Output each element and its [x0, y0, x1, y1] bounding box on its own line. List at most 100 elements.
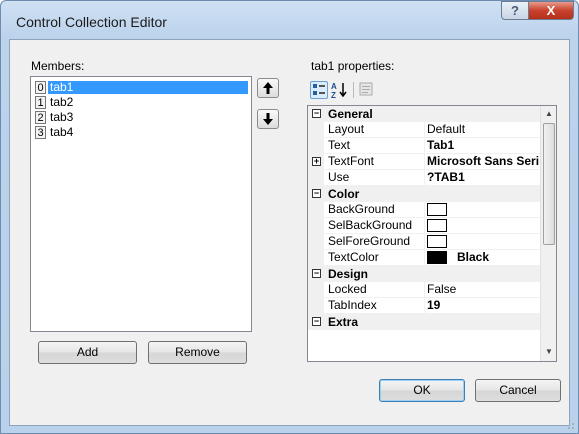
- property-grid-scrollbar[interactable]: ▲ ▼: [540, 106, 556, 361]
- move-down-button[interactable]: [257, 109, 279, 129]
- remove-button[interactable]: Remove: [148, 341, 247, 364]
- property-name: SelBackGround: [324, 218, 425, 234]
- property-row[interactable]: BackGround: [308, 202, 540, 218]
- arrow-up-icon: [263, 82, 273, 94]
- move-up-button[interactable]: [257, 78, 279, 98]
- item-index: 0: [35, 81, 46, 94]
- cancel-button[interactable]: Cancel: [475, 379, 561, 402]
- scroll-up-icon[interactable]: ▲: [541, 106, 556, 122]
- item-name: tab2: [50, 95, 74, 109]
- property-row[interactable]: TextColor Black: [308, 250, 540, 266]
- property-row[interactable]: Use ?TAB1: [308, 170, 540, 186]
- category-name: Design: [328, 267, 369, 281]
- help-button[interactable]: ?: [501, 1, 529, 20]
- property-value[interactable]: Microsoft Sans Serif: [427, 154, 539, 170]
- category-general[interactable]: − General: [308, 106, 540, 122]
- list-item[interactable]: 0 tab1: [32, 81, 250, 95]
- property-row[interactable]: Locked False: [308, 282, 540, 298]
- row-gutter: [308, 170, 324, 186]
- row-gutter: [308, 234, 324, 250]
- list-item[interactable]: 2 tab3: [32, 111, 250, 125]
- property-pages-icon: [359, 82, 373, 96]
- property-name: Locked: [324, 282, 425, 298]
- property-value[interactable]: [427, 234, 539, 250]
- property-name: TabIndex: [324, 298, 425, 314]
- color-swatch: [427, 251, 447, 264]
- property-value[interactable]: 19: [427, 298, 539, 314]
- row-gutter: [308, 282, 324, 298]
- ok-button[interactable]: OK: [379, 379, 465, 402]
- property-value[interactable]: ?TAB1: [427, 170, 539, 186]
- property-row[interactable]: SelForeGround: [308, 234, 540, 250]
- scrollbar-thumb[interactable]: [543, 123, 555, 245]
- item-name: tab4: [50, 125, 74, 139]
- property-row[interactable]: Text Tab1: [308, 138, 540, 154]
- color-swatch: [427, 235, 447, 248]
- property-name: Use: [324, 170, 425, 186]
- help-icon: ?: [511, 3, 519, 18]
- row-gutter: [308, 202, 324, 218]
- property-grid: AZ − General Layout Default Text Tab1 + …: [307, 76, 557, 366]
- property-grid-body: − General Layout Default Text Tab1 + Tex…: [307, 105, 557, 362]
- property-value[interactable]: False: [427, 282, 539, 298]
- item-index: 3: [35, 126, 46, 139]
- property-value[interactable]: [427, 202, 539, 218]
- expand-icon[interactable]: +: [312, 157, 321, 166]
- property-row[interactable]: Layout Default: [308, 122, 540, 138]
- color-swatch: [427, 203, 447, 216]
- property-name: Text: [324, 138, 425, 154]
- dialog-window: Control Collection Editor ? X Members: 0…: [0, 0, 579, 434]
- members-list[interactable]: 0 tab1 1 tab2 2 tab3 3 tab4: [30, 76, 252, 332]
- category-color[interactable]: − Color: [308, 186, 540, 202]
- row-gutter: [308, 122, 324, 138]
- color-swatch: [427, 219, 447, 232]
- collapse-icon[interactable]: −: [312, 269, 321, 278]
- resize-grip-icon[interactable]: [565, 420, 575, 430]
- row-gutter: [308, 298, 324, 314]
- property-grid-toolbar: AZ: [307, 76, 557, 104]
- property-row[interactable]: + TextFont Microsoft Sans Serif: [308, 154, 540, 170]
- category-name: Color: [328, 187, 360, 201]
- sort-alpha-icon: AZ: [331, 82, 347, 100]
- svg-text:A: A: [331, 82, 337, 91]
- property-name: Layout: [324, 122, 425, 138]
- property-pages-button[interactable]: [358, 81, 376, 99]
- row-gutter: [308, 250, 324, 266]
- add-button[interactable]: Add: [38, 341, 137, 364]
- svg-text:Z: Z: [331, 91, 336, 99]
- category-extra[interactable]: − Extra: [308, 314, 540, 330]
- property-value[interactable]: Default: [427, 122, 539, 138]
- alphabetical-view-button[interactable]: AZ: [331, 81, 349, 100]
- item-name: tab3: [50, 110, 74, 124]
- category-design[interactable]: − Design: [308, 266, 540, 282]
- item-index: 2: [35, 111, 46, 124]
- category-name: General: [328, 107, 373, 121]
- categorized-view-button[interactable]: [310, 81, 328, 99]
- toolbar-separator: [353, 82, 354, 98]
- item-index: 1: [35, 96, 46, 109]
- collapse-icon[interactable]: −: [312, 109, 321, 118]
- scroll-down-icon[interactable]: ▼: [541, 344, 556, 360]
- row-gutter: [308, 138, 324, 154]
- property-value[interactable]: Black: [427, 250, 539, 266]
- arrow-down-icon: [263, 113, 273, 125]
- categorized-icon: [313, 84, 325, 95]
- property-name: BackGround: [324, 202, 425, 218]
- property-row[interactable]: TabIndex 19: [308, 298, 540, 314]
- property-value[interactable]: [427, 218, 539, 234]
- property-name: TextColor: [324, 250, 425, 266]
- window-title: Control Collection Editor: [16, 14, 167, 30]
- property-row[interactable]: SelBackGround: [308, 218, 540, 234]
- list-item[interactable]: 1 tab2: [32, 96, 250, 110]
- property-value[interactable]: Tab1: [427, 138, 539, 154]
- property-name: TextFont: [324, 154, 425, 170]
- color-name: Black: [457, 250, 490, 264]
- close-button[interactable]: X: [528, 1, 574, 20]
- collapse-icon[interactable]: −: [312, 317, 321, 326]
- close-icon: X: [546, 3, 556, 18]
- properties-label: tab1 properties:: [311, 59, 395, 73]
- collapse-icon[interactable]: −: [312, 189, 321, 198]
- list-item[interactable]: 3 tab4: [32, 126, 250, 140]
- property-name: SelForeGround: [324, 234, 425, 250]
- row-gutter: [308, 218, 324, 234]
